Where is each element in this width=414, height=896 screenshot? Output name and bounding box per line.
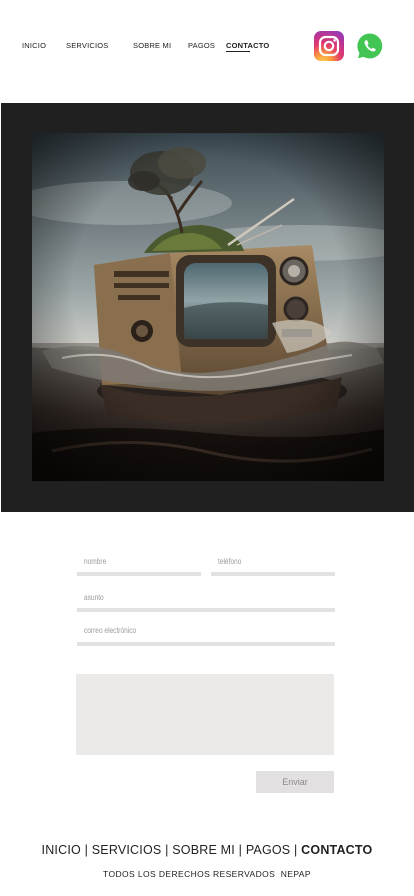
footer-separator: |	[165, 843, 169, 857]
message-textarea[interactable]	[76, 674, 334, 755]
footer-link-pagos[interactable]: PAGOS	[246, 843, 291, 857]
footer-link-inicio[interactable]: INICIO	[42, 843, 81, 857]
nav-item-contacto[interactable]: CONTACTO	[226, 41, 269, 52]
hero-section	[1, 103, 414, 512]
footer-link-servicios[interactable]: SERVICIOS	[92, 843, 162, 857]
site-header: INICIO SERVICIOS SOBRE MI PAGOS CONTACTO	[0, 0, 414, 100]
footer-link-sobre-mi[interactable]: SOBRE MI	[172, 843, 235, 857]
instagram-icon[interactable]	[314, 31, 344, 61]
nav-item-inicio[interactable]: INICIO	[22, 41, 46, 50]
email-placeholder: correo electrónico	[84, 626, 137, 635]
submit-button[interactable]: Enviar	[256, 771, 334, 793]
phone-field[interactable]: teléfono	[211, 557, 335, 576]
footer-separator: |	[294, 843, 298, 857]
name-placeholder: nombre	[84, 557, 107, 566]
nav-item-servicios[interactable]: SERVICIOS	[66, 41, 109, 50]
subject-field[interactable]: asunto	[77, 593, 335, 612]
whatsapp-icon[interactable]	[356, 32, 384, 60]
footer-separator: |	[238, 843, 243, 857]
email-field[interactable]: correo electrónico	[77, 626, 335, 646]
nav-item-pagos[interactable]: PAGOS	[188, 41, 215, 50]
hero-image	[32, 133, 384, 481]
copyright-text: TODOS LOS DERECHOS RESERVADOS NEPAP	[103, 869, 311, 879]
footer-link-contacto[interactable]: CONTACTO	[301, 843, 372, 857]
subject-placeholder: asunto	[84, 593, 104, 602]
phone-placeholder: teléfono	[218, 557, 242, 566]
footer-nav: INICIO | SERVICIOS | SOBRE MI | PAGOS | …	[0, 843, 414, 857]
name-field[interactable]: nombre	[77, 557, 201, 576]
footer-separator: |	[84, 843, 89, 857]
nav-item-sobre-mi[interactable]: SOBRE MI	[133, 41, 171, 50]
